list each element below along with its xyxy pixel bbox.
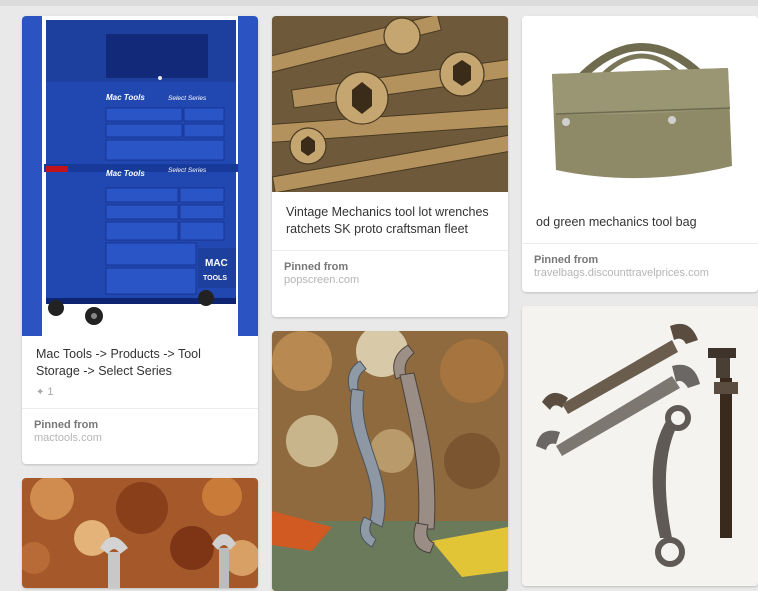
pin-image-tool-cabinet[interactable]: Mac Tools Select Series Mac Tools Select…	[22, 16, 258, 336]
pin-description: Vintage Mechanics tool lot wrenches ratc…	[286, 205, 489, 236]
pin-card-tool-bag[interactable]: od green mechanics tool bag Pinned from …	[522, 16, 758, 292]
pushpin-icon: ✦	[36, 387, 45, 398]
pin-image-rusty-wrenches[interactable]	[22, 478, 258, 588]
top-scroll-edge	[0, 0, 758, 6]
pin-source[interactable]: Pinned from travelbags.discounttravelpri…	[522, 243, 758, 289]
pin-image-brass-wrenches[interactable]	[272, 16, 508, 192]
pin-card-rusty-wrenches[interactable]	[22, 478, 258, 588]
pin-image-antique-wrenches[interactable]	[522, 306, 758, 586]
pin-image-tool-bag[interactable]	[522, 16, 758, 202]
cabinet-brand-text-bottom: Mac Tools	[106, 169, 145, 178]
pin-card-antique-wrenches[interactable]	[522, 306, 758, 586]
svg-text:MAC: MAC	[205, 258, 228, 269]
repin-count-row: ✦ 1	[22, 386, 258, 408]
cabinet-series-text-bottom: Select Series	[168, 167, 207, 174]
source-domain-link[interactable]: mactools.com	[34, 432, 246, 444]
pinned-from-label: Pinned from	[284, 261, 349, 273]
source-domain-link[interactable]: travelbags.discounttravelprices.com	[534, 267, 746, 279]
svg-text:TOOLS: TOOLS	[203, 275, 227, 282]
pinned-from-label: Pinned from	[534, 254, 599, 266]
pin-source[interactable]: Pinned from mactools.com	[22, 408, 258, 454]
cabinet-series-text-top: Select Series	[168, 95, 207, 102]
pin-description: od green mechanics tool bag	[536, 215, 697, 229]
pin-source[interactable]: Pinned from popscreen.com	[272, 250, 508, 296]
pin-card-mac-tools[interactable]: Mac Tools Select Series Mac Tools Select…	[22, 16, 258, 464]
pin-image-s-wrenches[interactable]	[272, 331, 508, 591]
pin-description: Mac Tools -> Products -> Tool Storage ->…	[36, 347, 201, 378]
repin-count: 1	[47, 386, 54, 398]
pin-card-vintage-wrenches[interactable]: Vintage Mechanics tool lot wrenches ratc…	[272, 16, 508, 317]
pinned-from-label: Pinned from	[34, 419, 99, 431]
pin-card-s-wrenches[interactable]	[272, 331, 508, 591]
source-domain-link[interactable]: popscreen.com	[284, 274, 496, 286]
cabinet-brand-text-top: Mac Tools	[106, 93, 145, 102]
